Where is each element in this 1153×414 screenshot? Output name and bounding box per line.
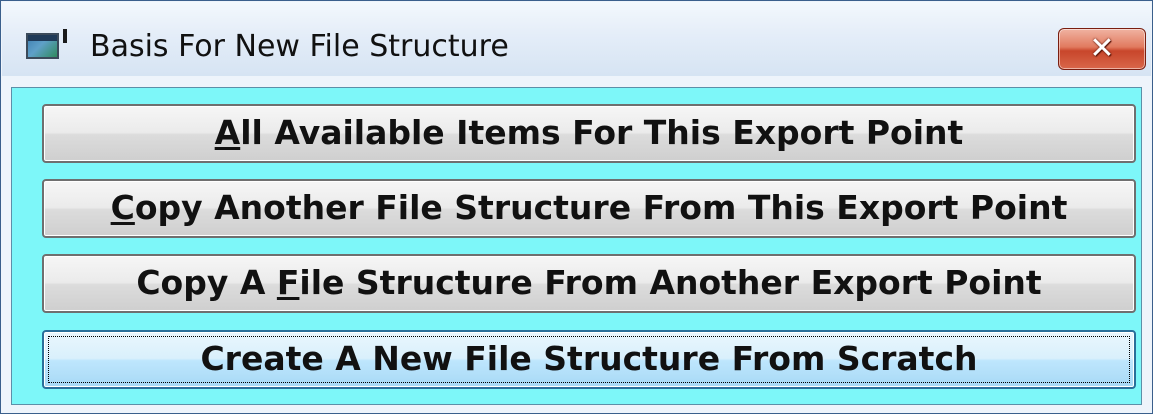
button-text-post: ile Structure From Another Export Point bbox=[299, 263, 1042, 302]
create-new-file-structure-button[interactable]: Create A New File Structure From Scratch bbox=[42, 330, 1136, 389]
all-available-items-button[interactable]: All Available Items For This Export Poin… bbox=[42, 104, 1136, 163]
close-icon: ✕ bbox=[1089, 31, 1115, 66]
title-bar[interactable]: Basis For New File Structure ✕ bbox=[2, 2, 1151, 76]
button-text-post: ll Available Items For This Export Point bbox=[240, 113, 964, 152]
dialog-window: Basis For New File Structure ✕ All Avail… bbox=[0, 0, 1153, 414]
accelerator-key: A bbox=[214, 113, 241, 152]
accelerator-key: C bbox=[110, 188, 135, 227]
copy-from-another-export-point-button[interactable]: Copy A File Structure From Another Expor… bbox=[42, 254, 1136, 313]
close-button[interactable]: ✕ bbox=[1058, 28, 1146, 70]
button-text-pre: Create A New File Structure From Scratch bbox=[200, 339, 978, 378]
copy-another-file-structure-button[interactable]: Copy Another File Structure From This Ex… bbox=[42, 179, 1136, 238]
app-icon-bar bbox=[28, 35, 57, 41]
button-text-post: opy Another File Structure From This Exp… bbox=[134, 188, 1068, 227]
button-text-pre: Copy A bbox=[136, 263, 277, 302]
accelerator-key: F bbox=[276, 263, 300, 302]
dialog-client-area: All Available Items For This Export Poin… bbox=[11, 87, 1142, 405]
app-window-icon[interactable] bbox=[26, 29, 67, 59]
window-title: Basis For New File Structure bbox=[90, 29, 509, 64]
app-icon-mark bbox=[63, 29, 67, 43]
